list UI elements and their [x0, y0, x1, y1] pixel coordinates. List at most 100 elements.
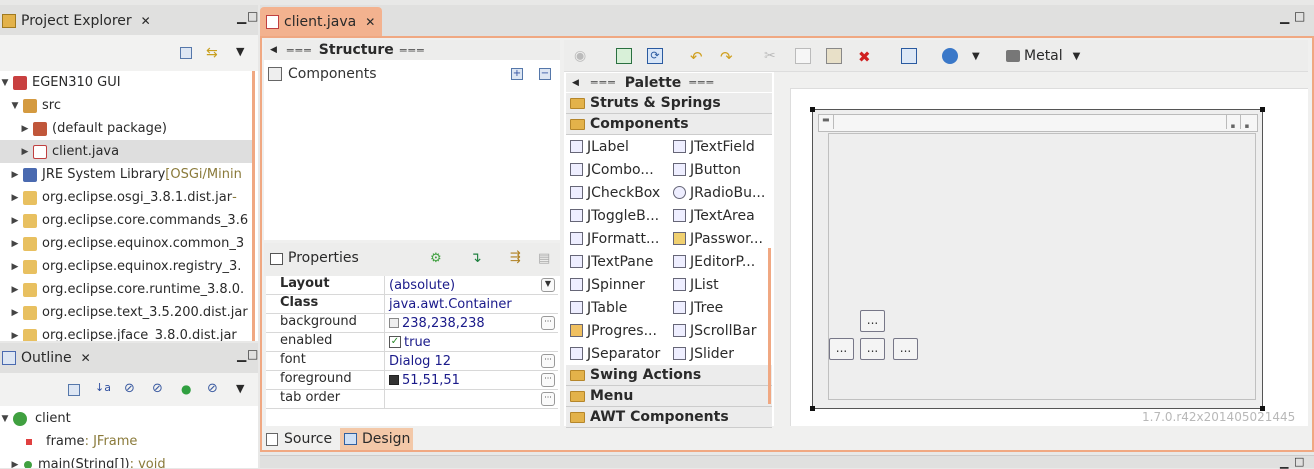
palette-item-jseparator[interactable]: JSeparator — [570, 342, 660, 365]
collapsed-icon[interactable]: ▶ — [10, 460, 20, 469]
jbutton-top[interactable]: ... — [860, 310, 885, 332]
ellipsis-button[interactable]: ··· — [541, 316, 555, 330]
property-row-tab-order[interactable]: tab order ··· — [266, 390, 558, 409]
test-gui-icon[interactable]: ◉ — [574, 48, 590, 64]
collapsed-icon[interactable]: ▶ — [20, 147, 30, 157]
look-and-feel-dropdown[interactable]: Metal ▼ — [1006, 47, 1080, 65]
palette-category-swing-actions[interactable]: Swing Actions — [566, 365, 772, 386]
copy-icon[interactable] — [795, 48, 811, 64]
tree-item-jar[interactable]: ▶ org.eclipse.osgi_3.8.1.dist.jar - — [10, 186, 237, 209]
close-icon[interactable]: ✕ — [81, 351, 91, 365]
collapsed-icon[interactable]: ▶ — [10, 170, 20, 180]
expanded-icon[interactable]: ▼ — [10, 101, 20, 111]
palette-item-jlist[interactable]: JList — [673, 273, 719, 296]
maximize-icon[interactable]: □ — [1294, 455, 1304, 468]
properties-icon[interactable] — [901, 48, 917, 64]
minimize-icon[interactable]: ▁ — [237, 348, 246, 362]
hide-nonpublic-icon[interactable]: ● — [181, 382, 191, 396]
tree-item-jre[interactable]: ▶ JRE System Library [OSGi/Minin — [10, 163, 242, 186]
editor-tab-client-java[interactable]: client.java ✕ — [260, 7, 382, 36]
tree-item-default-package[interactable]: ▶ (default package) — [20, 117, 167, 140]
design-tab[interactable]: Design — [340, 428, 413, 450]
outline-item-class[interactable]: ▼ client — [0, 407, 71, 430]
jbutton-right[interactable]: ... — [893, 338, 918, 360]
goto-definition-icon[interactable]: ↴ — [470, 250, 482, 266]
redo-icon[interactable]: ↷ — [720, 48, 736, 66]
close-icon[interactable]: ✕ — [141, 14, 151, 28]
minimize-icon[interactable]: ▁ — [1280, 456, 1288, 469]
selection-handle[interactable] — [810, 406, 815, 411]
outline-item-method[interactable]: ▶ main(String[]) : void — [10, 453, 166, 468]
maximize-icon[interactable]: □ — [1294, 9, 1305, 23]
view-menu-icon[interactable]: ▼ — [236, 382, 244, 395]
show-advanced-icon[interactable]: ⇶ — [510, 250, 521, 265]
palette-item-jcombobox[interactable]: JCombo... — [570, 158, 654, 181]
collapse-all-icon[interactable] — [68, 384, 80, 396]
refresh-icon[interactable]: ⟳ — [647, 48, 663, 64]
palette-item-jeditorpane[interactable]: JEditorP... — [673, 250, 755, 273]
tree-item-jar[interactable]: ▶ org.eclipse.equinox.registry_3. — [10, 255, 242, 278]
tree-item-jar[interactable]: ▶ org.eclipse.equinox.common_3 — [10, 232, 245, 255]
palette-item-jpasswordfield[interactable]: JPasswor... — [673, 227, 763, 250]
tree-item-jar[interactable]: ▶ org.eclipse.core.runtime_3.8.0. — [10, 278, 245, 301]
chevron-down-icon[interactable]: ▼ — [972, 51, 980, 62]
tree-item-client-java[interactable]: ▶ client.java — [0, 140, 254, 163]
palette-category-menu[interactable]: Menu — [566, 386, 772, 407]
source-tab[interactable]: Source — [266, 429, 332, 449]
collapsed-icon[interactable]: ▶ — [10, 331, 20, 341]
scrollbar[interactable] — [252, 71, 255, 341]
tree-item-jar[interactable]: ▶ org.eclipse.jface_3.8.0.dist.jar — [10, 324, 237, 341]
tree-item-project[interactable]: ▼ EGEN310 GUI — [0, 71, 121, 94]
property-row-foreground[interactable]: foreground 51,51,51 ··· — [266, 371, 558, 390]
hide-fields-icon[interactable]: ⊘ — [124, 381, 135, 396]
palette-category-components[interactable]: Components — [566, 114, 772, 135]
property-row-font[interactable]: font Dialog 12 ··· — [266, 352, 558, 371]
link-with-editor-icon[interactable]: ⇆ — [206, 45, 218, 61]
project-explorer-tab[interactable]: Project Explorer ✕ — [2, 12, 151, 30]
property-row-enabled[interactable]: enabled ✓ true — [266, 333, 558, 352]
collapsed-icon[interactable]: ▶ — [10, 285, 20, 295]
content-pane[interactable] — [828, 133, 1256, 400]
paste-icon[interactable] — [826, 48, 842, 64]
palette-item-jformattedtextfield[interactable]: JFormatt... — [570, 227, 659, 250]
expand-all-icon[interactable]: + — [511, 68, 523, 80]
palette-item-jradiobutton[interactable]: JRadioBu... — [673, 181, 765, 204]
collapsed-icon[interactable]: ▶ — [20, 124, 30, 134]
palette-item-jscrollbar[interactable]: JScrollBar — [673, 319, 756, 342]
collapsed-icon[interactable]: ▶ — [10, 308, 20, 318]
property-row-class[interactable]: Class java.awt.Container — [266, 295, 558, 314]
palette-item-jprogressbar[interactable]: JProgres... — [570, 319, 657, 342]
cut-icon[interactable]: ✂ — [764, 48, 780, 64]
palette-item-jspinner[interactable]: JSpinner — [570, 273, 645, 296]
collapse-left-icon[interactable]: ◀ — [572, 78, 579, 88]
collapsed-icon[interactable]: ▶ — [10, 239, 20, 249]
close-icon[interactable]: ✕ — [365, 15, 375, 29]
tree-item-jar[interactable]: ▶ org.eclipse.text_3.5.200.dist.jar — [10, 301, 248, 324]
expanded-icon[interactable]: ▼ — [0, 414, 10, 424]
show-events-icon[interactable]: ⚙ — [430, 251, 442, 266]
ellipsis-button[interactable]: ··· — [541, 354, 555, 368]
palette-item-jtable[interactable]: JTable — [570, 296, 627, 319]
palette-item-jtextpane[interactable]: JTextPane — [570, 250, 653, 273]
expanded-icon[interactable]: ▼ — [0, 78, 10, 88]
palette-item-jtextfield[interactable]: JTextField — [673, 135, 755, 158]
ellipsis-button[interactable]: ··· — [541, 392, 555, 406]
collapse-left-icon[interactable]: ◀ — [270, 45, 277, 55]
undo-icon[interactable]: ↶ — [690, 48, 706, 66]
tree-item-jar[interactable]: ▶ org.eclipse.core.commands_3.6 — [10, 209, 249, 232]
checkbox-checked-icon[interactable]: ✓ — [389, 336, 401, 348]
collapsed-icon[interactable]: ▶ — [10, 216, 20, 226]
dropdown-icon[interactable]: ▼ — [541, 278, 555, 292]
sort-icon[interactable]: ↓a — [95, 381, 111, 394]
ellipsis-button[interactable]: ··· — [541, 373, 555, 387]
restore-default-icon[interactable]: ▤ — [538, 251, 550, 266]
palette-item-jbutton[interactable]: JButton — [673, 158, 741, 181]
palette-item-jtextarea[interactable]: JTextArea — [673, 204, 755, 227]
minimize-icon[interactable]: ▁ — [1280, 10, 1289, 24]
property-row-layout[interactable]: Layout (absolute) ▼ — [266, 276, 558, 295]
jbutton-center[interactable]: ... — [860, 338, 885, 360]
maximize-icon[interactable]: □ — [247, 9, 258, 23]
palette-item-jlabel[interactable]: JLabel — [570, 135, 629, 158]
palette-category-awt[interactable]: AWT Components — [566, 407, 772, 428]
collapse-all-icon[interactable]: − — [539, 68, 551, 80]
